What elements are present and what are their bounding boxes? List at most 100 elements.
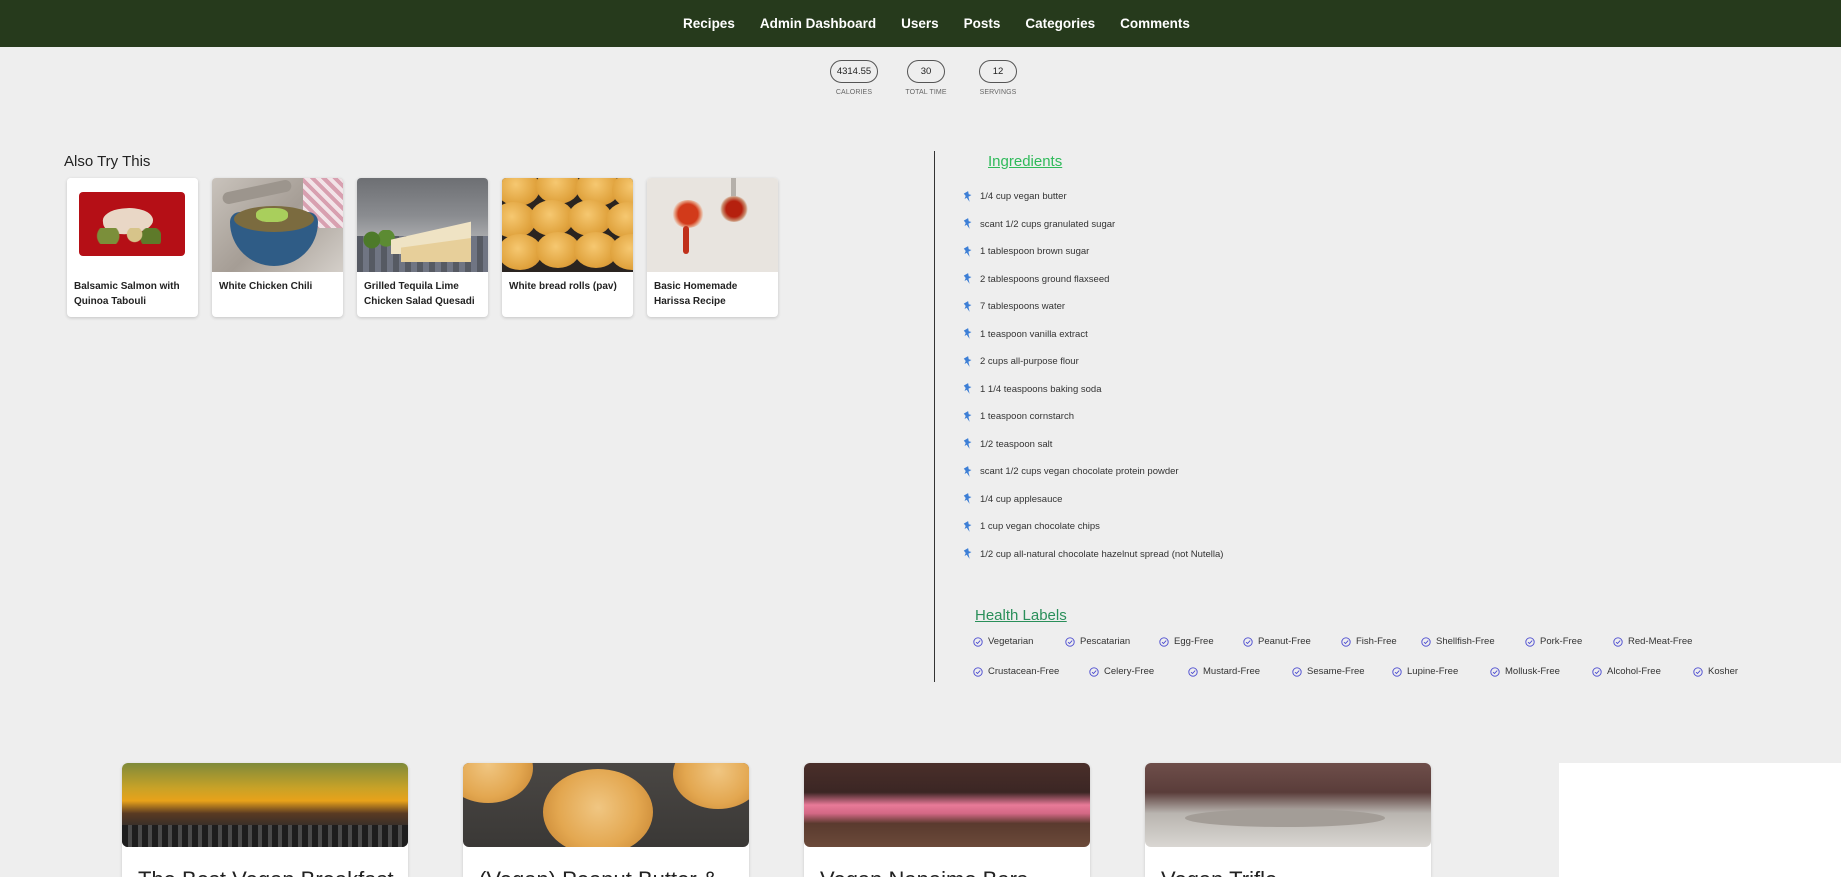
ingredient-item: 1 teaspoon vanilla extract (962, 321, 1223, 349)
health-labels-row: Crustacean-Free Celery-Free Mustard-Free… (973, 666, 1738, 677)
ingredient-item: 1 1/4 teaspoons baking soda (962, 376, 1223, 404)
health-label: Pork-Free (1525, 636, 1613, 647)
health-labels-heading[interactable]: Health Labels (975, 607, 1067, 624)
check-circle-icon (1188, 666, 1198, 677)
health-label: Lupine-Free (1392, 666, 1490, 677)
check-circle-icon (1341, 636, 1351, 647)
pin-icon (963, 328, 972, 340)
pin-icon (963, 548, 972, 560)
ingredient-item: 1/4 cup applesauce (962, 486, 1223, 514)
check-circle-icon (1490, 666, 1500, 677)
ingredient-text: 1/4 cup applesauce (980, 493, 1063, 505)
nav-recipes-link[interactable]: Recipes (683, 16, 735, 31)
recipe-card[interactable]: Vegan Nanaimo Bars (804, 763, 1090, 877)
ingredient-item: 1/2 teaspoon salt (962, 431, 1223, 459)
check-circle-icon (1525, 636, 1535, 647)
pin-icon (963, 355, 972, 367)
recipe-card-title: Basic Homemade Harissa Recipe (654, 281, 738, 307)
recipe-card-title: Balsamic Salmon with Quinoa Tabouli (74, 281, 180, 307)
servings-value: 12 (979, 60, 1017, 83)
pin-icon (963, 273, 972, 285)
ingredient-item: 1 cup vegan chocolate chips (962, 513, 1223, 541)
recipe-card[interactable]: White Chicken Chili (212, 178, 343, 317)
ingredients-heading[interactable]: Ingredients (988, 153, 1062, 170)
recipe-card-title: White bread rolls (pav) (509, 281, 617, 292)
pin-icon (963, 410, 972, 422)
health-label: Celery-Free (1089, 666, 1188, 677)
recipe-image (122, 763, 408, 847)
nav-posts-link[interactable]: Posts (964, 16, 1001, 31)
recipe-card[interactable]: The Best Vegan Breakfast (122, 763, 408, 877)
ingredient-item: scant 1/2 cups granulated sugar (962, 211, 1223, 239)
recipe-image (1145, 763, 1431, 847)
nav-categories-link[interactable]: Categories (1025, 16, 1095, 31)
check-circle-icon (1592, 666, 1602, 677)
recipe-thumbnail (357, 178, 488, 272)
health-label-text: Egg-Free (1174, 636, 1214, 647)
health-label: Sesame-Free (1292, 666, 1392, 677)
health-label-text: Celery-Free (1104, 666, 1155, 677)
health-label-text: Pork-Free (1540, 636, 1583, 647)
health-label: Egg-Free (1159, 636, 1243, 647)
servings-stat: 12 SERVINGS (975, 60, 1021, 96)
pin-icon (963, 300, 972, 312)
recipe-card-title: Vegan Nanaimo Bars (820, 867, 1028, 877)
recipe-card[interactable]: White bread rolls (pav) (502, 178, 633, 317)
health-label-text: Lupine-Free (1407, 666, 1459, 677)
blank-panel (1559, 763, 1841, 877)
check-circle-icon (1243, 636, 1253, 647)
health-label: Vegetarian (973, 636, 1065, 647)
recipe-card-title: Vegan Trifle (1161, 867, 1277, 877)
ingredients-list: 1/4 cup vegan butter scant 1/2 cups gran… (962, 183, 1223, 568)
pin-icon (963, 520, 972, 532)
recipe-card[interactable]: Balsamic Salmon with Quinoa Tabouli (67, 178, 198, 317)
health-label-text: Crustacean-Free (988, 666, 1060, 677)
recipe-card[interactable]: Grilled Tequila Lime Chicken Salad Quesa… (357, 178, 488, 317)
ingredient-item: 1 tablespoon brown sugar (962, 238, 1223, 266)
health-label-text: Shellfish-Free (1436, 636, 1495, 647)
health-label-text: Vegetarian (988, 636, 1034, 647)
recipe-card-title: The Best Vegan Breakfast (138, 867, 394, 877)
check-circle-icon (973, 666, 983, 677)
health-label: Peanut-Free (1243, 636, 1341, 647)
recipe-card-title: Grilled Tequila Lime Chicken Salad Quesa… (364, 281, 475, 307)
recipe-card-title: White Chicken Chili (219, 281, 313, 292)
nav-admin-dashboard-link[interactable]: Admin Dashboard (760, 16, 876, 31)
ingredient-item: 1 teaspoon cornstarch (962, 403, 1223, 431)
health-label: Crustacean-Free (973, 666, 1089, 677)
pin-icon (963, 383, 972, 395)
recipe-card[interactable]: (Vegan) Peanut Butter & (463, 763, 749, 877)
health-label: Kosher (1693, 666, 1738, 677)
top-navbar: Recipes Admin Dashboard Users Posts Cate… (0, 0, 1841, 47)
recipe-thumbnail (67, 178, 198, 272)
check-circle-icon (1065, 636, 1075, 647)
total-time-label: TOTAL TIME (905, 89, 947, 96)
nav-users-link[interactable]: Users (901, 16, 939, 31)
health-label-text: Alcohol-Free (1607, 666, 1661, 677)
check-circle-icon (1292, 666, 1302, 677)
vertical-divider (934, 151, 935, 682)
recipe-stats: 4314.55 CALORIES 30 TOTAL TIME 12 SERVIN… (0, 60, 1841, 96)
pin-icon (963, 190, 972, 202)
health-label: Pescatarian (1065, 636, 1159, 647)
ingredient-item: 7 tablespoons water (962, 293, 1223, 321)
ingredient-text: scant 1/2 cups granulated sugar (980, 218, 1116, 230)
health-label-text: Kosher (1708, 666, 1739, 677)
check-circle-icon (1421, 636, 1431, 647)
servings-label: SERVINGS (979, 89, 1017, 96)
check-circle-icon (1693, 666, 1703, 677)
health-label: Fish-Free (1341, 636, 1421, 647)
recipe-card[interactable]: Basic Homemade Harissa Recipe (647, 178, 778, 317)
nav-comments-link[interactable]: Comments (1120, 16, 1190, 31)
pin-icon (963, 465, 972, 477)
health-label-text: Fish-Free (1356, 636, 1397, 647)
recipe-thumbnail (647, 178, 778, 272)
recipe-thumbnail (212, 178, 343, 272)
ingredient-text: 1 teaspoon vanilla extract (980, 328, 1088, 340)
recipe-card[interactable]: Vegan Trifle (1145, 763, 1431, 877)
ingredient-text: 2 tablespoons ground flaxseed (980, 273, 1110, 285)
ingredient-item: 1/2 cup all-natural chocolate hazelnut s… (962, 541, 1223, 569)
ingredient-text: 1/2 teaspoon salt (980, 438, 1053, 450)
check-circle-icon (1089, 666, 1099, 677)
health-label: Red-Meat-Free (1613, 636, 1692, 647)
